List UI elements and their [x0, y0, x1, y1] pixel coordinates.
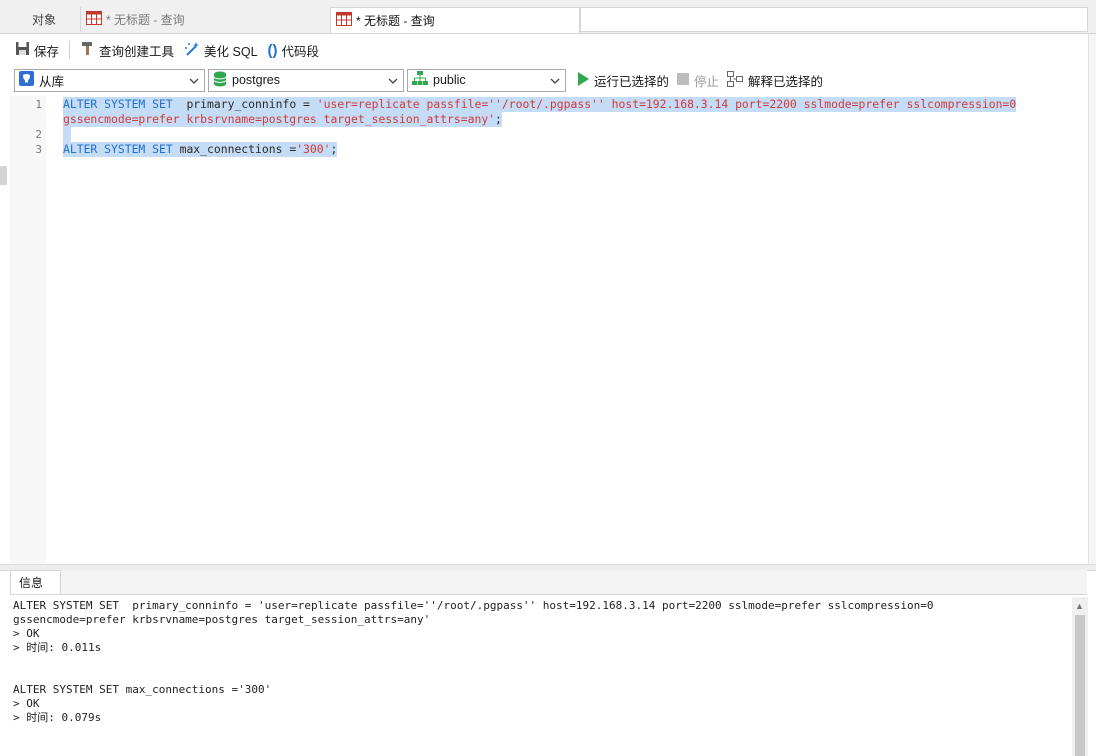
query-toolbar: 保存 查询创建工具 美化 SQL () 代码段 [10, 37, 324, 63]
scroll-up-arrow-icon[interactable]: ▲ [1075, 601, 1084, 611]
query-builder-label: 查询创建工具 [99, 44, 175, 59]
chevron-down-icon [388, 74, 398, 91]
sql-string: 'user=replicate passfile=''/root/.pgpass… [316, 97, 1017, 111]
tab-query-1-label: * 无标题 - 查询 [106, 13, 185, 27]
panel-resize-handle[interactable] [0, 166, 7, 185]
query-table-icon [86, 11, 102, 28]
tab-info[interactable]: 信息 [10, 570, 61, 594]
play-icon [577, 71, 589, 89]
info-line: > OK [13, 627, 40, 640]
info-line: > 时间: 0.011s [13, 641, 102, 654]
tab-objects-label: 对象 [31, 13, 56, 27]
sql-identifier: max_connections = [172, 142, 297, 156]
info-line: gssencmode=prefer krbsrvname=postgres ta… [13, 613, 431, 626]
code-snippets-label: 代码段 [281, 44, 320, 59]
info-line: > 时间: 0.079s [13, 711, 102, 724]
scrollbar-thumb[interactable] [1075, 615, 1085, 756]
sql-semicolon: ; [330, 142, 338, 156]
result-tabs: 信息 [10, 570, 1087, 595]
stop-icon [677, 72, 690, 88]
tab-bar: 对象 * 无标题 - 查询 * 无标题 - 查询 [0, 0, 1096, 34]
tab-query-2-label: * 无标题 - 查询 [356, 14, 435, 28]
line-number: 1 [35, 98, 42, 111]
tab-objects[interactable]: 对象 [8, 7, 80, 32]
sql-semicolon: ; [495, 112, 502, 126]
connection-select[interactable]: 从库 [14, 68, 205, 92]
chevron-down-icon [550, 74, 560, 91]
query-builder-button[interactable]: 查询创建工具 [75, 38, 179, 62]
code-snippets-button[interactable]: () 代码段 [263, 38, 325, 62]
parentheses-icon: () [267, 41, 278, 59]
save-label: 保存 [34, 44, 60, 59]
explain-selected-button[interactable]: 解释已选择的 [727, 70, 824, 90]
explain-icon [727, 70, 744, 90]
save-button[interactable]: 保存 [10, 38, 64, 62]
chevron-down-icon [189, 74, 199, 91]
editor-right-margin [1088, 34, 1096, 564]
explain-selected-label: 解释已选择的 [748, 74, 824, 89]
code-line-1-wrap: gssencmode=prefer krbsrvname=postgres ta… [63, 112, 502, 127]
code-line-2 [63, 127, 71, 142]
schema-select[interactable]: public [407, 68, 566, 92]
connection-select-value: 从库 [39, 74, 65, 89]
database-icon [213, 71, 227, 90]
tab-query-2[interactable]: * 无标题 - 查询 [330, 7, 580, 33]
info-scrollbar[interactable]: ▲ [1072, 597, 1088, 756]
sql-identifier: primary_conninfo = [172, 97, 317, 111]
run-selected-button[interactable]: 运行已选择的 [577, 71, 669, 90]
line-number: 3 [35, 143, 42, 156]
stop-button[interactable]: 停止 [677, 71, 719, 90]
postgres-elephant-icon [19, 71, 34, 89]
tab-info-label: 信息 [19, 576, 44, 590]
code-line-3: ALTER SYSTEM SET max_connections ='300'; [63, 142, 338, 157]
beautify-sql-label: 美化 SQL [204, 44, 258, 59]
sql-string: gssencmode=prefer krbsrvname=postgres ta… [63, 112, 496, 126]
beautify-sql-button[interactable]: 美化 SQL [179, 38, 263, 62]
sql-string: '300' [296, 142, 331, 156]
sql-keyword: ALTER SYSTEM SET [63, 142, 173, 156]
toolbar-divider [69, 41, 71, 59]
magic-wand-icon [184, 41, 200, 60]
hammer-icon [80, 41, 95, 59]
line-number: 2 [35, 128, 42, 141]
stop-label: 停止 [694, 74, 720, 89]
connection-selector-row: 从库 postgres public 运行已选择的 停止 解释已选择的 [14, 68, 823, 92]
line-number-gutter: 1 2 3 [10, 96, 46, 564]
info-line: ALTER SYSTEM SET max_connections ='300' [13, 683, 272, 696]
info-line: > OK [13, 697, 40, 710]
info-output: ALTER SYSTEM SET primary_conninfo = 'use… [10, 597, 1070, 756]
sql-keyword: ALTER SYSTEM SET [63, 97, 173, 111]
database-select-value: postgres [232, 73, 280, 87]
code-line-1: ALTER SYSTEM SET primary_conninfo = 'use… [63, 97, 1017, 112]
schema-tree-icon [412, 71, 428, 89]
sql-editor[interactable]: 1 2 3 ALTER SYSTEM SET primary_conninfo … [10, 96, 1087, 564]
run-selected-label: 运行已选择的 [594, 74, 670, 89]
save-icon [15, 41, 30, 59]
tab-strip-empty [580, 7, 1088, 32]
database-select[interactable]: postgres [208, 68, 404, 92]
query-table-icon [336, 12, 352, 29]
schema-select-value: public [433, 73, 466, 87]
tab-query-1[interactable]: * 无标题 - 查询 [80, 7, 330, 32]
info-line: ALTER SYSTEM SET primary_conninfo = 'use… [13, 599, 934, 612]
